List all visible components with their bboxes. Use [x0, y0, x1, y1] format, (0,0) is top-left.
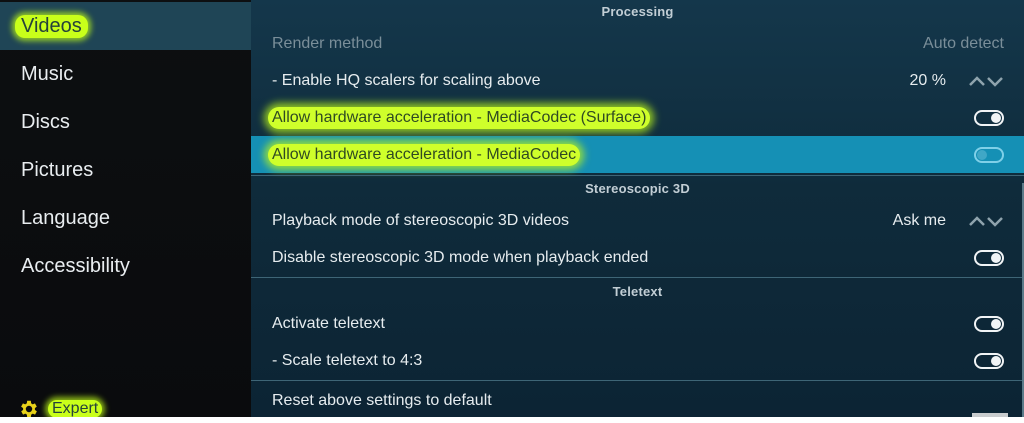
setting-label: Allow hardware acceleration - MediaCodec… [268, 106, 651, 129]
toggle-switch[interactable] [974, 146, 1004, 163]
divider [251, 175, 1024, 176]
setting-hw-accel-mediacodec[interactable]: Allow hardware acceleration - MediaCodec [251, 136, 1024, 173]
setting-label: - Enable HQ scalers for scaling above [272, 71, 541, 89]
setting-label: Reset above settings to default [272, 391, 492, 409]
setting-hw-accel-surface[interactable]: Allow hardware acceleration - MediaCodec… [251, 99, 1024, 136]
sidebar-item-label: Music [21, 62, 74, 85]
settings-level-label: Expert [48, 400, 103, 417]
reset-settings-button[interactable]: Reset above settings to default [251, 382, 1024, 417]
sidebar-item-label: Pictures [21, 158, 94, 181]
section-header-processing: Processing [601, 4, 674, 19]
setting-label: - Scale teletext to 4:3 [272, 351, 423, 369]
setting-render-method[interactable]: Render method Auto detect [251, 25, 1024, 62]
sidebar-item-language[interactable]: Language [0, 194, 251, 242]
sidebar-item-videos[interactable]: Videos [0, 2, 251, 50]
setting-value: Ask me [892, 211, 946, 229]
sidebar-item-accessibility[interactable]: Accessibility [0, 242, 251, 290]
sidebar: Videos Music Discs Pictures Language Acc… [0, 0, 251, 417]
toggle-switch[interactable] [974, 109, 1004, 126]
setting-teletext-scale[interactable]: - Scale teletext to 4:3 [251, 342, 1024, 379]
sidebar-item-discs[interactable]: Discs [0, 98, 251, 146]
setting-value: 20 % [909, 71, 946, 89]
sidebar-item-music[interactable]: Music [0, 50, 251, 98]
setting-label: Allow hardware acceleration - MediaCodec [268, 143, 581, 166]
sidebar-item-label: Discs [21, 110, 70, 133]
spinner-arrows-icon[interactable] [968, 213, 1004, 229]
gear-icon [21, 400, 37, 417]
toggle-switch[interactable] [974, 249, 1004, 266]
sidebar-item-label: Language [21, 206, 110, 229]
setting-label: Disable stereoscopic 3D mode when playba… [272, 248, 649, 266]
setting-teletext-activate[interactable]: Activate teletext [251, 305, 1024, 342]
setting-label: Playback mode of stereoscopic 3D videos [272, 211, 570, 229]
setting-label: Activate teletext [272, 314, 385, 332]
section-header-teletext: Teletext [612, 284, 663, 299]
toggle-switch[interactable] [974, 315, 1004, 332]
settings-level-button[interactable]: Expert [18, 396, 103, 417]
setting-label: Render method [272, 34, 383, 52]
sidebar-item-label: Videos [15, 14, 88, 38]
settings-list: Processing Render method Auto detect - E… [251, 0, 1024, 417]
sidebar-item-label: Accessibility [21, 254, 130, 277]
divider [251, 277, 1024, 278]
toggle-switch[interactable] [974, 352, 1004, 369]
settings-window: Videos Music Discs Pictures Language Acc… [0, 0, 1024, 417]
setting-stereo-playback-mode[interactable]: Playback mode of stereoscopic 3D videos … [251, 202, 1024, 239]
setting-stereo-disable[interactable]: Disable stereoscopic 3D mode when playba… [251, 239, 1024, 276]
spinner-arrows-icon[interactable] [968, 73, 1004, 89]
scroll-indicator [972, 413, 1008, 417]
section-header-stereoscopic: Stereoscopic 3D [585, 181, 690, 196]
divider [251, 380, 1024, 381]
sidebar-item-pictures[interactable]: Pictures [0, 146, 251, 194]
setting-value: Auto detect [923, 34, 1004, 52]
setting-hq-scalers[interactable]: - Enable HQ scalers for scaling above 20… [251, 62, 1024, 99]
